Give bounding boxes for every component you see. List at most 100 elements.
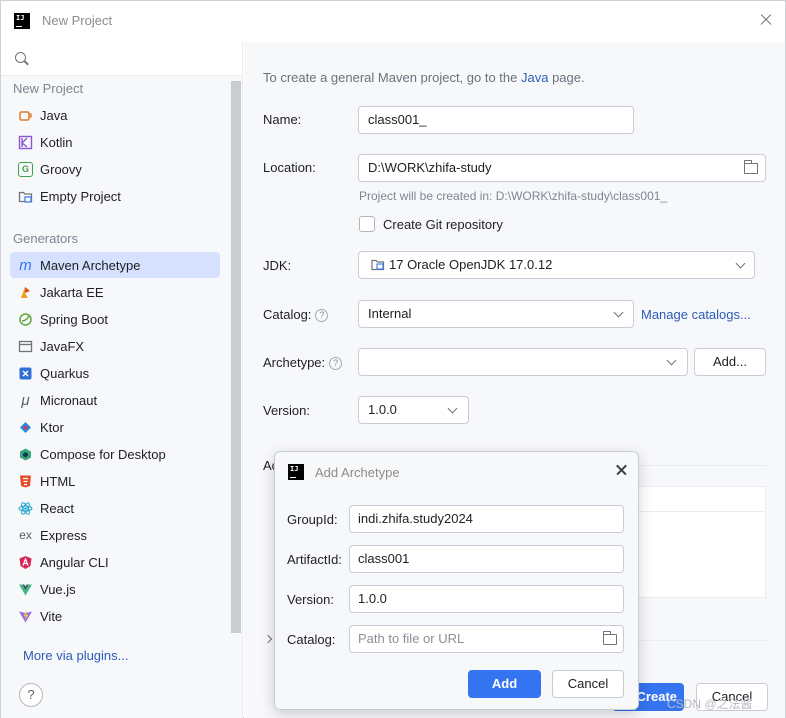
more-via-plugins-link[interactable]: More via plugins... <box>23 648 129 663</box>
sidebar-item-label: HTML <box>40 473 76 489</box>
sidebar-item-quarkus[interactable]: Quarkus <box>10 360 220 386</box>
intro-text: To create a general Maven project, go to… <box>263 70 585 85</box>
catalog-help-icon[interactable]: ? <box>315 309 329 322</box>
sidebar-item-vuejs[interactable]: Vue.js <box>10 576 220 602</box>
browse-folder-icon[interactable] <box>603 631 617 645</box>
add-archetype-dialog: IJ Add Archetype GroupId: indi.zhifa.stu… <box>274 451 639 710</box>
ktor-icon <box>18 420 33 435</box>
quarkus-icon <box>18 366 33 381</box>
catalog-label-text: Catalog: <box>263 307 312 322</box>
sidebar-item-java[interactable]: Java <box>10 102 220 128</box>
sidebar-item-label: Express <box>40 527 87 543</box>
catalog-placeholder: Path to file or URL <box>358 631 465 646</box>
close-window-icon[interactable] <box>757 11 775 29</box>
dialog-title: Add Archetype <box>315 465 400 480</box>
browse-folder-icon[interactable] <box>744 160 758 174</box>
sidebar-item-label: Groovy <box>40 161 82 177</box>
groovy-icon: G <box>18 161 33 177</box>
location-input[interactable]: D:\WORK\zhifa-study <box>358 154 766 182</box>
groupid-label: GroupId: <box>287 512 338 527</box>
jdk-folder-icon <box>371 254 385 280</box>
dialog-version-input[interactable]: 1.0.0 <box>349 585 624 613</box>
manage-catalogs-link[interactable]: Manage catalogs... <box>641 307 751 322</box>
sidebar-item-jakarta-ee[interactable]: Jakarta EE <box>10 279 220 305</box>
jakarta-icon <box>18 285 33 300</box>
expand-chevron-icon[interactable] <box>263 634 273 644</box>
sidebar-item-ktor[interactable]: Ktor <box>10 414 220 440</box>
location-label: Location: <box>263 160 316 175</box>
chevron-down-icon <box>447 403 458 414</box>
archetype-select[interactable] <box>358 348 688 376</box>
sidebar-item-label: Ktor <box>40 419 64 435</box>
create-git-repository-checkbox[interactable] <box>359 216 375 232</box>
dialog-cancel-button[interactable]: Cancel <box>552 670 624 698</box>
compose-icon <box>18 447 33 462</box>
archetype-label-text: Archetype: <box>263 355 326 370</box>
spring-icon <box>18 312 33 327</box>
sidebar-item-label: React <box>40 500 74 516</box>
sidebar-item-maven-archetype[interactable]: m Maven Archetype <box>10 252 220 278</box>
micronaut-icon: μ <box>21 391 30 409</box>
sidebar-item-label: Compose for Desktop <box>40 446 166 462</box>
archetype-help-icon[interactable]: ? <box>329 357 343 370</box>
sidebar-item-label: Vite <box>40 608 63 624</box>
chevron-down-icon <box>613 307 624 318</box>
add-archetype-button[interactable]: Add... <box>694 348 766 376</box>
divider <box>636 465 766 466</box>
jdk-label: JDK: <box>263 258 292 273</box>
intellij-logo-icon: IJ <box>288 464 304 480</box>
vite-icon <box>18 609 33 624</box>
sidebar-item-label: Kotlin <box>40 134 73 150</box>
sidebar-scrollbar[interactable] <box>231 81 241 633</box>
sidebar-item-label: Spring Boot <box>40 311 108 327</box>
catalog-value: Internal <box>368 306 412 321</box>
name-input[interactable]: class001_ <box>358 106 634 134</box>
angular-icon <box>18 555 33 570</box>
artifactid-label: ArtifactId: <box>287 552 342 567</box>
sidebar-item-label: Quarkus <box>40 365 90 381</box>
name-label: Name: <box>263 112 302 127</box>
close-icon[interactable] <box>614 462 630 478</box>
sidebar-item-react[interactable]: React <box>10 495 220 521</box>
javafx-icon <box>18 339 33 354</box>
sidebar-item-label: Java <box>40 107 68 123</box>
sidebar-item-label: JavaFX <box>40 338 85 354</box>
sidebar-item-micronaut[interactable]: μ Micronaut <box>10 387 220 413</box>
sidebar-item-kotlin[interactable]: Kotlin <box>10 129 220 155</box>
dialog-add-button[interactable]: Add <box>468 670 541 698</box>
generators-header: Generators <box>13 231 79 246</box>
version-select[interactable]: 1.0.0 <box>358 396 469 424</box>
sidebar-item-express[interactable]: ex Express <box>10 522 220 548</box>
intro-text-end: page. <box>548 70 585 85</box>
folder-icon <box>18 189 33 204</box>
java-page-link[interactable]: Java <box>521 70 548 85</box>
sidebar-item-vite[interactable]: Vite <box>10 603 220 629</box>
title-bar: IJ New Project <box>1 1 785 41</box>
chevron-down-icon <box>735 258 746 269</box>
sidebar-item-label: Angular CLI <box>40 554 109 570</box>
dialog-catalog-input[interactable]: Path to file or URL <box>349 625 624 653</box>
sidebar-item-groovy[interactable]: G Groovy <box>10 156 220 182</box>
help-button[interactable]: ? <box>19 683 43 707</box>
sidebar-item-empty-project[interactable]: Empty Project <box>10 183 220 209</box>
groupid-input[interactable]: indi.zhifa.study2024 <box>349 505 624 533</box>
sidebar-item-spring-boot[interactable]: Spring Boot <box>10 306 220 332</box>
sidebar-item-label: Vue.js <box>40 581 76 597</box>
sidebar-item-angular-cli[interactable]: Angular CLI <box>10 549 220 575</box>
sidebar-item-compose-for-desktop[interactable]: Compose for Desktop <box>10 441 220 467</box>
version-label: Version: <box>263 403 310 418</box>
maven-icon: m <box>19 256 32 274</box>
catalog-select[interactable]: Internal <box>358 300 634 328</box>
sidebar-item-html[interactable]: HTML <box>10 468 220 494</box>
search-input[interactable] <box>1 42 242 76</box>
sidebar-item-label: Maven Archetype <box>40 257 141 273</box>
artifactid-input[interactable]: class001 <box>349 545 624 573</box>
catalog-label: Catalog:? <box>263 307 329 322</box>
divider <box>636 640 766 641</box>
intro-text-start: To create a general Maven project, go to… <box>263 70 521 85</box>
version-value: 1.0.0 <box>368 402 397 417</box>
sidebar-item-javafx[interactable]: JavaFX <box>10 333 220 359</box>
jdk-select[interactable]: 17 Oracle OpenJDK 17.0.12 <box>358 251 755 279</box>
react-icon <box>18 501 33 516</box>
new-project-header: New Project <box>13 81 84 96</box>
